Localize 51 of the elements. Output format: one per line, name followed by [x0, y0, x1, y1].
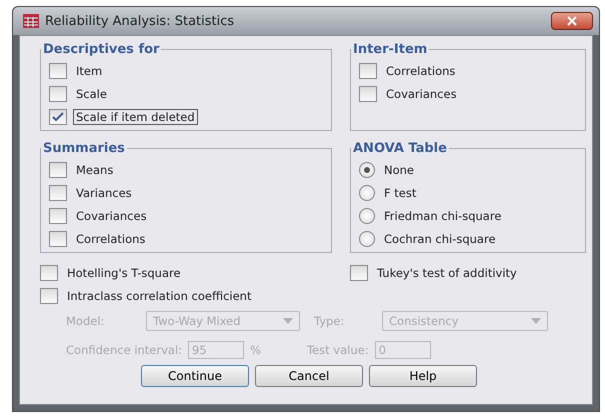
checkbox-label: Correlations	[385, 62, 456, 78]
checkbox[interactable]	[49, 62, 67, 78]
radio-label: Friedman chi-square	[383, 208, 502, 224]
dialog-button[interactable]: Continue	[141, 365, 249, 387]
checkbox-label: Covariances	[385, 86, 458, 102]
checkbox-label: Intraclass correlation coefficient	[66, 288, 252, 304]
checkbox-label: Hotelling's T-square	[66, 264, 182, 280]
checkbox[interactable]	[49, 208, 67, 224]
caret-icon	[531, 318, 541, 324]
checkbox-label: Scale if item deleted	[73, 108, 198, 124]
checkbox-label: Covariances	[75, 208, 148, 224]
checkbox[interactable]	[359, 62, 377, 78]
group-title: ANOVA Table	[352, 141, 448, 156]
field-label: Model:	[66, 314, 106, 328]
table-icon	[23, 14, 39, 28]
checkbox[interactable]	[49, 230, 67, 246]
checkbox-label: Tukey's test of additivity	[376, 264, 518, 280]
checkbox[interactable]	[49, 184, 67, 200]
checkbox-label: Variances	[75, 184, 133, 200]
checkbox[interactable]	[359, 86, 377, 102]
checkbox-label: Correlations	[75, 230, 146, 246]
checkbox[interactable]	[49, 162, 67, 178]
radio-button[interactable]	[359, 162, 375, 178]
percent-label: %	[250, 343, 261, 357]
radio-button[interactable]	[359, 230, 375, 246]
checkbox-label: Item	[75, 62, 104, 78]
dialog-button[interactable]: Cancel	[255, 365, 363, 387]
checkbox[interactable]	[49, 86, 67, 102]
checkbox[interactable]	[40, 264, 58, 280]
checkbox-label: Scale	[75, 86, 108, 102]
field-label: Type:	[314, 314, 346, 328]
group-title: Descriptives for	[42, 42, 160, 57]
checkbox[interactable]	[49, 108, 67, 124]
checkbox[interactable]	[350, 264, 368, 280]
radio-label: Cochran chi-square	[383, 230, 497, 246]
field-label: Test value:	[306, 343, 369, 357]
checkbox-label: Means	[75, 162, 114, 178]
group-title: Inter-Item	[352, 42, 428, 57]
close-button[interactable]	[551, 12, 593, 30]
radio-button[interactable]	[359, 184, 375, 200]
checkbox[interactable]	[40, 288, 58, 304]
dialog-button[interactable]: Help	[369, 365, 477, 387]
close-icon	[567, 16, 577, 26]
radio-button[interactable]	[359, 208, 375, 224]
caret-icon	[283, 318, 293, 324]
checkmark-icon	[52, 112, 64, 122]
window-title: Reliability Analysis: Statistics	[45, 14, 234, 28]
group-title: Summaries	[42, 141, 126, 156]
radio-label: None	[383, 162, 416, 178]
radio-label: F test	[383, 184, 418, 200]
field-label: Confidence interval:	[66, 343, 182, 357]
